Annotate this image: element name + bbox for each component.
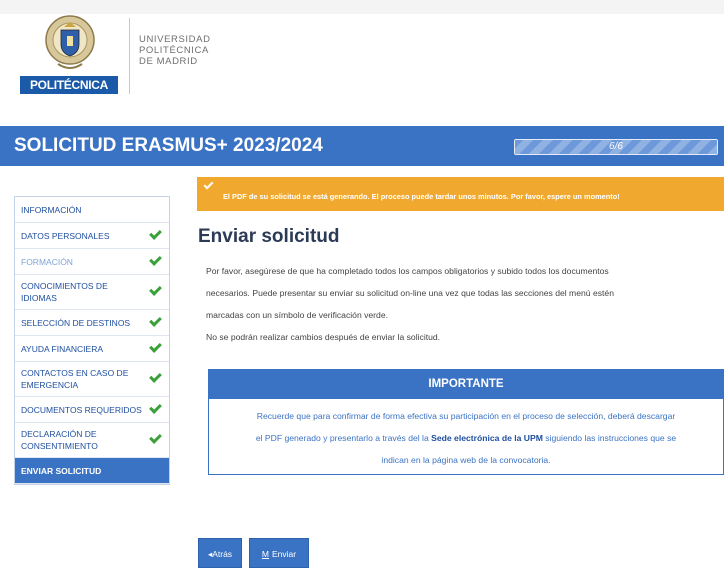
sidebar-item-label: SELECCIÓN DE DESTINOS [21, 317, 131, 328]
university-name: UNIVERSIDAD POLITÉCNICA DE MADRID [139, 34, 211, 67]
important-notice: IMPORTANTE Recuerde que para confirmar d… [208, 369, 724, 475]
progress-label: 6/6 [609, 141, 623, 152]
important-line: indican en la página web de la convocato… [381, 455, 551, 465]
sidebar-item-label: DOCUMENTOS REQUERIDOS [21, 404, 142, 415]
check-icon [149, 316, 161, 328]
send-label: Enviar [272, 549, 297, 559]
important-body: Recuerde que para confirmar de forma efe… [209, 399, 723, 471]
page-title: SOLICITUD ERASMUS+ 2023/2024 [14, 135, 323, 156]
sidebar-item-label: DATOS PERSONALES [21, 230, 110, 241]
sidebar-item-label: AYUDA FINANCIERA [21, 343, 104, 354]
check-icon [149, 403, 161, 415]
pdf-generating-alert: El PDF de su solicitud se está generando… [197, 177, 724, 211]
check-icon [149, 229, 161, 241]
sidebar-item[interactable]: FORMACIÓN [15, 249, 169, 275]
top-strip [0, 0, 724, 14]
instructions-line: marcadas con un símbolo de verificación … [206, 310, 388, 320]
logo-badge: POLITÉCNICA [20, 76, 118, 94]
sede-electronica-link[interactable]: Sede electrónica de la UPM [431, 433, 543, 443]
check-icon [149, 433, 161, 445]
sidebar-item[interactable]: DECLARACIÓN DE CONSENTIMIENTO [15, 423, 169, 458]
check-icon [203, 182, 215, 192]
university-name-line: DE MADRID [139, 56, 198, 67]
important-text: el PDF generado y presentarlo a través d… [255, 433, 432, 443]
progress-bar: 6/6 [514, 139, 718, 155]
university-name-line: UNIVERSIDAD [139, 34, 211, 45]
logo-divider [129, 18, 130, 94]
sidebar-item-label: CONTACTOS EN CASO DE EMERGENCIA [21, 368, 129, 390]
sidebar-nav: INFORMACIÓN DATOS PERSONALES FORMACIÓN CONO… [14, 196, 170, 485]
sidebar-item-label: FORMACIÓN [21, 256, 73, 267]
sidebar-item[interactable]: INFORMACIÓN [15, 197, 169, 223]
instructions-line: Por favor, asegúrese de que ha completad… [206, 266, 609, 276]
sidebar-item[interactable]: ENVIAR SOLICITUD [15, 458, 169, 484]
sidebar-item-label: DECLARACIÓN DE CONSENTIMIENTO [21, 429, 98, 451]
important-text: siguiendo las instrucciones que se [542, 433, 677, 443]
sidebar-item[interactable]: DOCUMENTOS REQUERIDOS [15, 397, 169, 423]
sidebar-item-label: CONOCIMIENTOS DE IDIOMAS [21, 281, 108, 303]
back-button[interactable]: ◂Atrás [198, 538, 242, 568]
upm-logo[interactable]: POLITÉCNICA [20, 14, 120, 94]
important-heading: IMPORTANTE [209, 370, 723, 399]
sidebar-item[interactable]: SELECCIÓN DE DESTINOS [15, 310, 169, 336]
check-icon [149, 285, 161, 297]
sidebar-item-label: INFORMACIÓN [21, 204, 82, 215]
important-line: Recuerde que para confirmar de forma efe… [256, 411, 676, 421]
important-line: el PDF generado y presentarlo a través d… [213, 427, 719, 449]
send-icon: M [261, 549, 269, 559]
crest-icon [45, 15, 95, 69]
section-title: Enviar solicitud [198, 226, 340, 247]
check-icon [149, 372, 161, 384]
check-icon [149, 342, 161, 354]
sidebar-item[interactable]: AYUDA FINANCIERA [15, 336, 169, 362]
send-button[interactable]: M Enviar [249, 538, 309, 568]
sidebar-item[interactable]: CONTACTOS EN CASO DE EMERGENCIA [15, 362, 169, 397]
sidebar-item-label: ENVIAR SOLICITUD [21, 465, 102, 476]
title-band: SOLICITUD ERASMUS+ 2023/2024 6/6 [0, 126, 724, 166]
sidebar-item[interactable]: DATOS PERSONALES [15, 223, 169, 249]
instructions-line: necesarios. Puede presentar su enviar su… [206, 288, 614, 298]
alert-text: El PDF de su solicitud se está generando… [223, 192, 620, 201]
check-icon [149, 255, 161, 267]
sidebar-item[interactable]: CONOCIMIENTOS DE IDIOMAS [15, 275, 169, 310]
instructions-line: No se podrán realizar cambios después de… [206, 332, 441, 342]
university-name-line: POLITÉCNICA [139, 45, 209, 56]
